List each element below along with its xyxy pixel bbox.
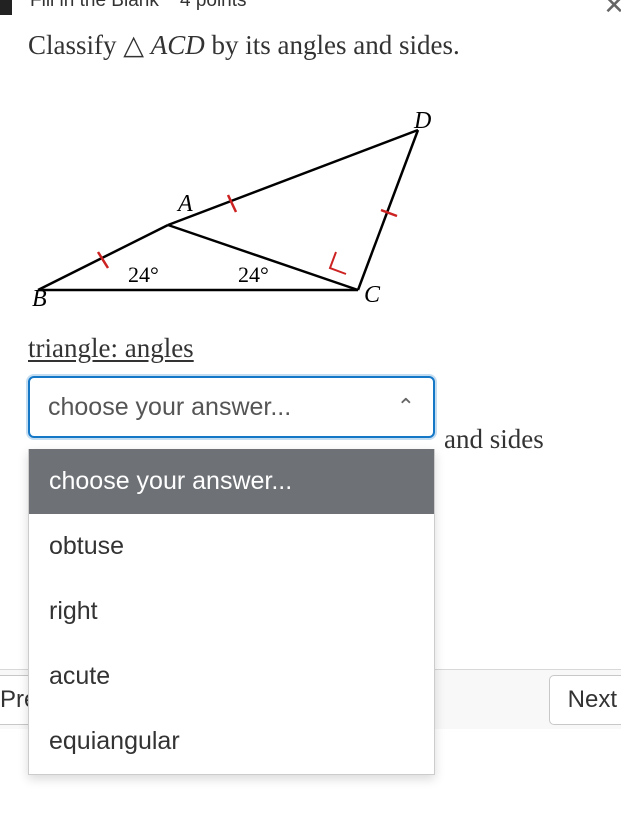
- vertex-d-label: D: [413, 108, 431, 134]
- answer-prompt-label: triangle: angles: [28, 333, 588, 364]
- vertex-c-label: C: [364, 282, 381, 308]
- question-text: Classify △ ACD by its angles and sides.: [28, 30, 460, 61]
- dropdown-option-obtuse[interactable]: obtuse: [29, 514, 434, 579]
- dropdown-option-placeholder[interactable]: choose your answer...: [29, 449, 434, 514]
- question-type-label: Fill in the Blank: [30, 0, 159, 11]
- angles-dropdown[interactable]: choose your answer... ⌃: [28, 376, 435, 438]
- dropdown-option-acute[interactable]: acute: [29, 644, 434, 709]
- trailing-text: and sides: [444, 424, 544, 455]
- angles-dropdown-list: choose your answer... obtuse right acute…: [28, 449, 435, 775]
- chevron-up-icon: ⌃: [397, 394, 415, 420]
- angle-bac-label: 24°: [128, 262, 159, 287]
- question-meta: Fill in the Blank 4 points: [30, 0, 247, 12]
- triangle-diagram: B A C D 24° 24°: [28, 100, 448, 320]
- dropdown-option-equiangular[interactable]: equiangular: [29, 709, 434, 774]
- vertex-b-label: B: [32, 286, 47, 312]
- question-suffix: by its angles and sides.: [205, 30, 460, 60]
- triangle-name: ACD: [151, 30, 205, 60]
- dropdown-option-right[interactable]: right: [29, 579, 434, 644]
- vertex-a-label: A: [176, 191, 193, 217]
- question-prefix: Classify: [28, 30, 123, 60]
- next-button[interactable]: Next: [549, 675, 621, 725]
- dropdown-selected-text: choose your answer...: [48, 393, 291, 422]
- angle-dac-label: 24°: [238, 262, 269, 287]
- points-label: 4 points: [180, 0, 247, 11]
- close-icon[interactable]: ✕: [603, 0, 621, 21]
- dark-side-bar: [0, 0, 12, 15]
